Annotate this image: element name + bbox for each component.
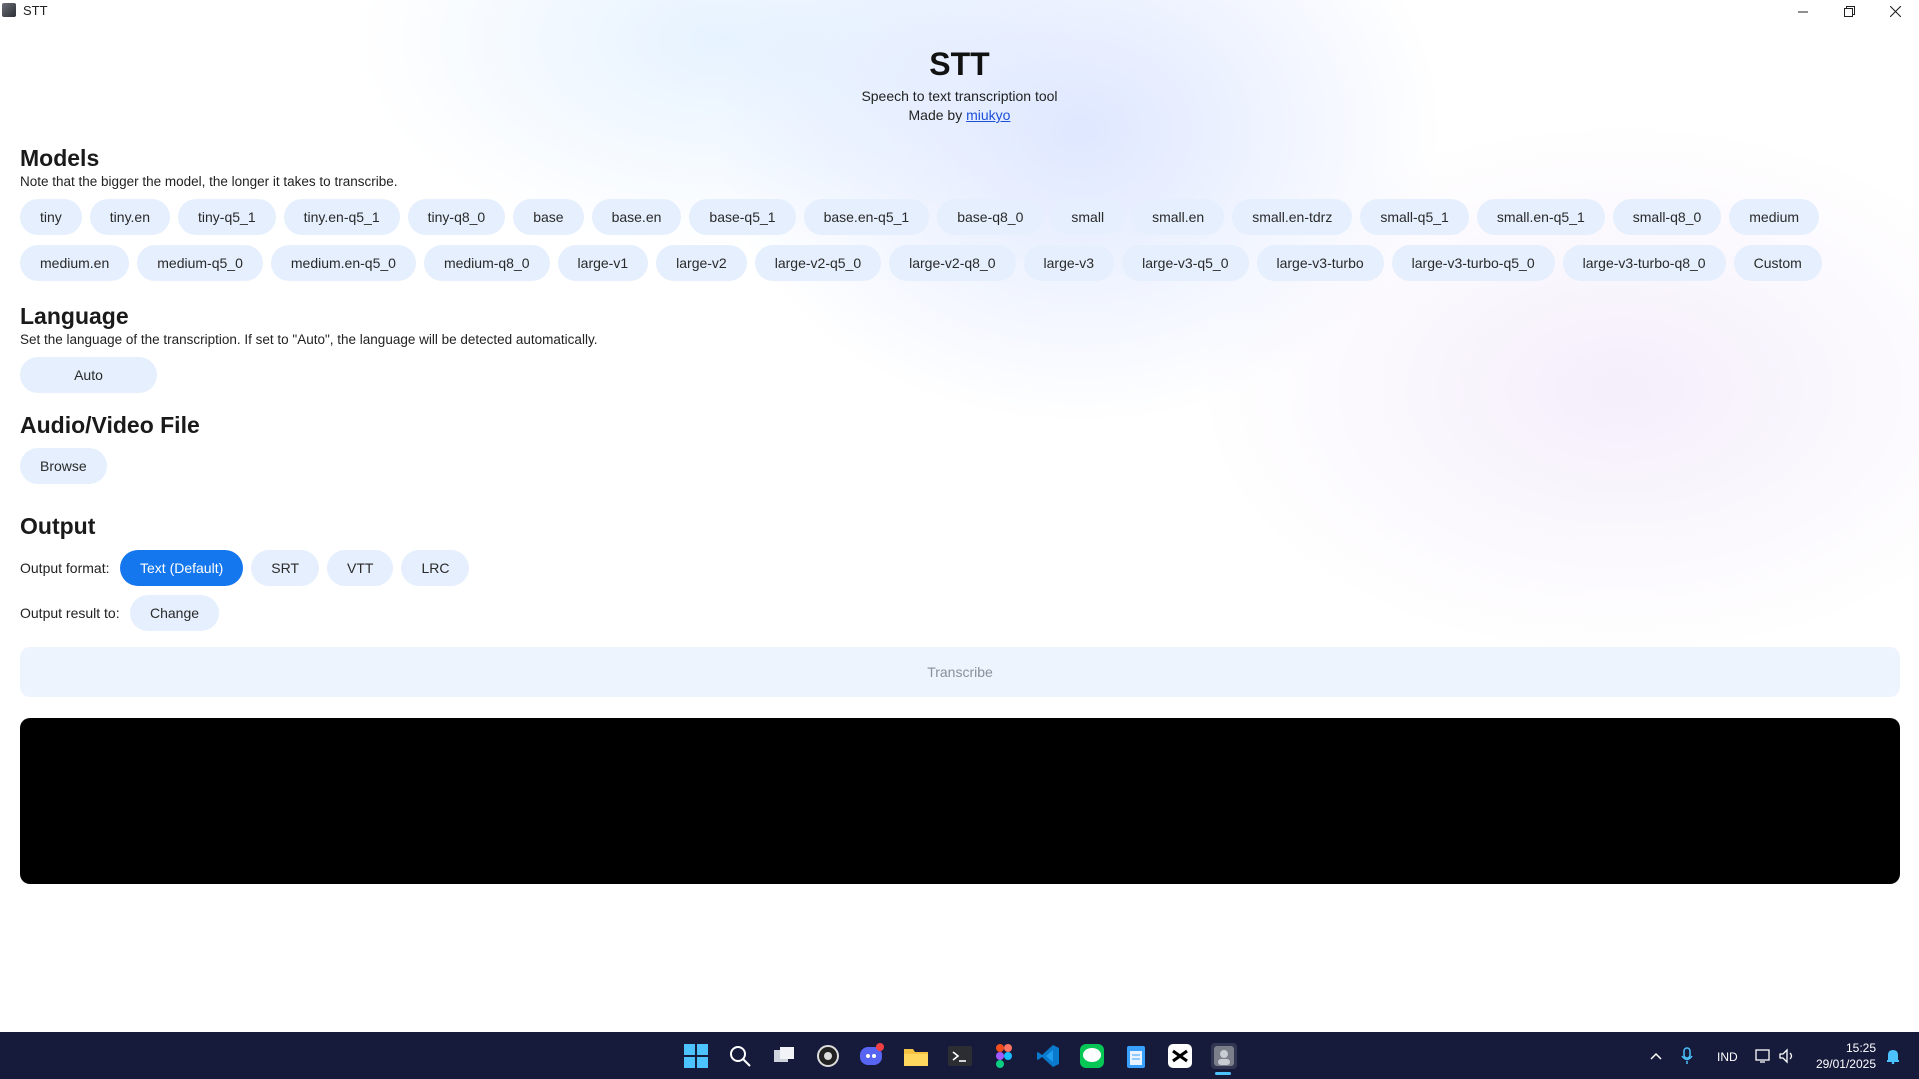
transcription-output xyxy=(20,718,1900,884)
notification-bell-icon[interactable] xyxy=(1884,1043,1902,1069)
model-option-base[interactable]: base xyxy=(513,199,584,235)
task-view-icon[interactable] xyxy=(771,1043,797,1069)
made-by-line: Made by miukyo xyxy=(0,106,1919,125)
close-icon xyxy=(1889,5,1901,17)
models-row-1: tiny tiny.en tiny-q5_1 tiny.en-q5_1 tiny-q8_… xyxy=(20,199,1820,235)
model-option-tiny-en[interactable]: tiny.en xyxy=(89,199,171,235)
discord-icon[interactable] xyxy=(859,1043,885,1069)
title-bar: STT xyxy=(0,0,1919,22)
models-heading: Models xyxy=(20,145,100,171)
restore-icon xyxy=(1843,5,1855,17)
obs-icon[interactable] xyxy=(815,1043,841,1069)
model-option-tiny-q5-1[interactable]: tiny-q5_1 xyxy=(178,199,276,235)
microphone-icon[interactable] xyxy=(1678,1043,1696,1069)
close-button[interactable] xyxy=(1872,0,1918,22)
model-option-small-q8-0[interactable]: small-q8_0 xyxy=(1612,199,1722,235)
vscode-icon[interactable] xyxy=(1035,1043,1061,1069)
model-option-base-en[interactable]: base.en xyxy=(591,199,682,235)
model-option-tiny-q8-0[interactable]: tiny-q8_0 xyxy=(407,199,506,235)
output-format-lrc[interactable]: LRC xyxy=(401,550,470,586)
search-icon[interactable] xyxy=(727,1043,753,1069)
model-option-base-en-q5-1[interactable]: base.en-q5_1 xyxy=(803,199,930,235)
model-option-large-v1[interactable]: large-v1 xyxy=(557,245,649,281)
output-result-label: Output result to: xyxy=(20,605,120,621)
change-output-button[interactable]: Change xyxy=(130,595,220,631)
volume-icon[interactable] xyxy=(1777,1043,1797,1069)
model-option-large-v2[interactable]: large-v2 xyxy=(656,245,747,281)
model-option-base-q8-0[interactable]: base-q8_0 xyxy=(937,199,1044,235)
model-option-medium-q8-0[interactable]: medium-q8_0 xyxy=(423,245,550,281)
model-option-large-v3-turbo[interactable]: large-v3-turbo xyxy=(1256,245,1384,281)
file-row: Browse xyxy=(20,448,107,484)
terminal-icon[interactable] xyxy=(947,1043,973,1069)
app-window: STT STT Speech to text transcription too… xyxy=(0,0,1919,1032)
minimize-button[interactable] xyxy=(1780,0,1826,22)
model-option-large-v3-turbo-q8-0[interactable]: large-v3-turbo-q8_0 xyxy=(1562,245,1726,281)
clock-time[interactable]: 15:25 xyxy=(1840,1041,1876,1055)
author-link[interactable]: miukyo xyxy=(966,107,1010,123)
network-icon[interactable] xyxy=(1754,1043,1774,1069)
windows-start-icon[interactable] xyxy=(683,1043,709,1069)
app-header: STT Speech to text transcription tool Ma… xyxy=(0,44,1919,125)
output-change-row: Change xyxy=(130,595,220,631)
model-option-medium-en[interactable]: medium.en xyxy=(20,245,130,281)
output-format-vtt[interactable]: VTT xyxy=(327,550,394,586)
page-title: STT xyxy=(929,46,990,82)
language-note: Set the language of the transcription. I… xyxy=(20,332,598,347)
model-option-large-v3-q5-0[interactable]: large-v3-q5_0 xyxy=(1122,245,1249,281)
input-language[interactable]: IND xyxy=(1717,1050,1738,1064)
notepad-icon[interactable] xyxy=(1123,1043,1149,1069)
model-option-medium-en-q5-0[interactable]: medium.en-q5_0 xyxy=(270,245,416,281)
language-select[interactable]: Auto xyxy=(20,357,157,393)
browse-button[interactable]: Browse xyxy=(20,448,107,484)
model-option-small-en-tdrz[interactable]: small.en-tdrz xyxy=(1232,199,1353,235)
output-heading: Output xyxy=(20,513,96,539)
show-hidden-icons-icon[interactable] xyxy=(1647,1043,1665,1069)
model-option-medium[interactable]: medium xyxy=(1729,199,1820,235)
stt-app-icon[interactable] xyxy=(1211,1043,1237,1069)
model-option-large-v2-q5-0[interactable]: large-v2-q5_0 xyxy=(754,245,882,281)
model-option-small-en-q5-1[interactable]: small.en-q5_1 xyxy=(1476,199,1605,235)
figma-icon[interactable] xyxy=(991,1043,1017,1069)
model-option-small-q5-1[interactable]: small-q5_1 xyxy=(1360,199,1469,235)
output-format-text-default[interactable]: Text (Default) xyxy=(120,550,244,586)
clock-date[interactable]: 29/01/2025 xyxy=(1812,1057,1876,1071)
app-icon xyxy=(2,3,16,17)
model-option-small[interactable]: small xyxy=(1051,199,1125,235)
app-subtitle: Speech to text transcription tool xyxy=(861,88,1058,104)
file-heading: Audio/Video File xyxy=(20,412,200,438)
active-app-indicator xyxy=(1215,1072,1231,1075)
made-by-prefix: Made by xyxy=(908,107,967,123)
output-format-label: Output format: xyxy=(20,560,110,576)
model-option-large-v3-turbo-q5-0[interactable]: large-v3-turbo-q5_0 xyxy=(1391,245,1555,281)
transcribe-button[interactable]: Transcribe xyxy=(20,647,1900,697)
model-option-large-v3[interactable]: large-v3 xyxy=(1023,245,1115,281)
model-option-base-q5-1[interactable]: base-q5_1 xyxy=(689,199,796,235)
capcut-icon[interactable] xyxy=(1167,1043,1193,1069)
models-note: Note that the bigger the model, the long… xyxy=(20,174,398,189)
output-format-srt[interactable]: SRT xyxy=(251,550,319,586)
model-option-tiny[interactable]: tiny xyxy=(20,199,82,235)
language-heading: Language xyxy=(20,303,129,329)
window-title: STT xyxy=(23,3,48,18)
language-row: Auto xyxy=(20,357,157,393)
model-option-medium-q5-0[interactable]: medium-q5_0 xyxy=(137,245,263,281)
output-format-row: Text (Default) SRT VTT LRC xyxy=(120,550,470,586)
model-option-tiny-en-q5-1[interactable]: tiny.en-q5_1 xyxy=(283,199,400,235)
line-icon[interactable] xyxy=(1079,1043,1105,1069)
model-option-large-v2-q8-0[interactable]: large-v2-q8_0 xyxy=(889,245,1016,281)
model-option-small-en[interactable]: small.en xyxy=(1132,199,1225,235)
models-row-2: medium.en medium-q5_0 medium.en-q5_0 medium… xyxy=(20,245,1822,281)
restore-button[interactable] xyxy=(1826,0,1872,22)
model-option-custom[interactable]: Custom xyxy=(1733,245,1822,281)
minimize-icon xyxy=(1797,11,1808,12)
file-explorer-icon[interactable] xyxy=(903,1043,929,1069)
